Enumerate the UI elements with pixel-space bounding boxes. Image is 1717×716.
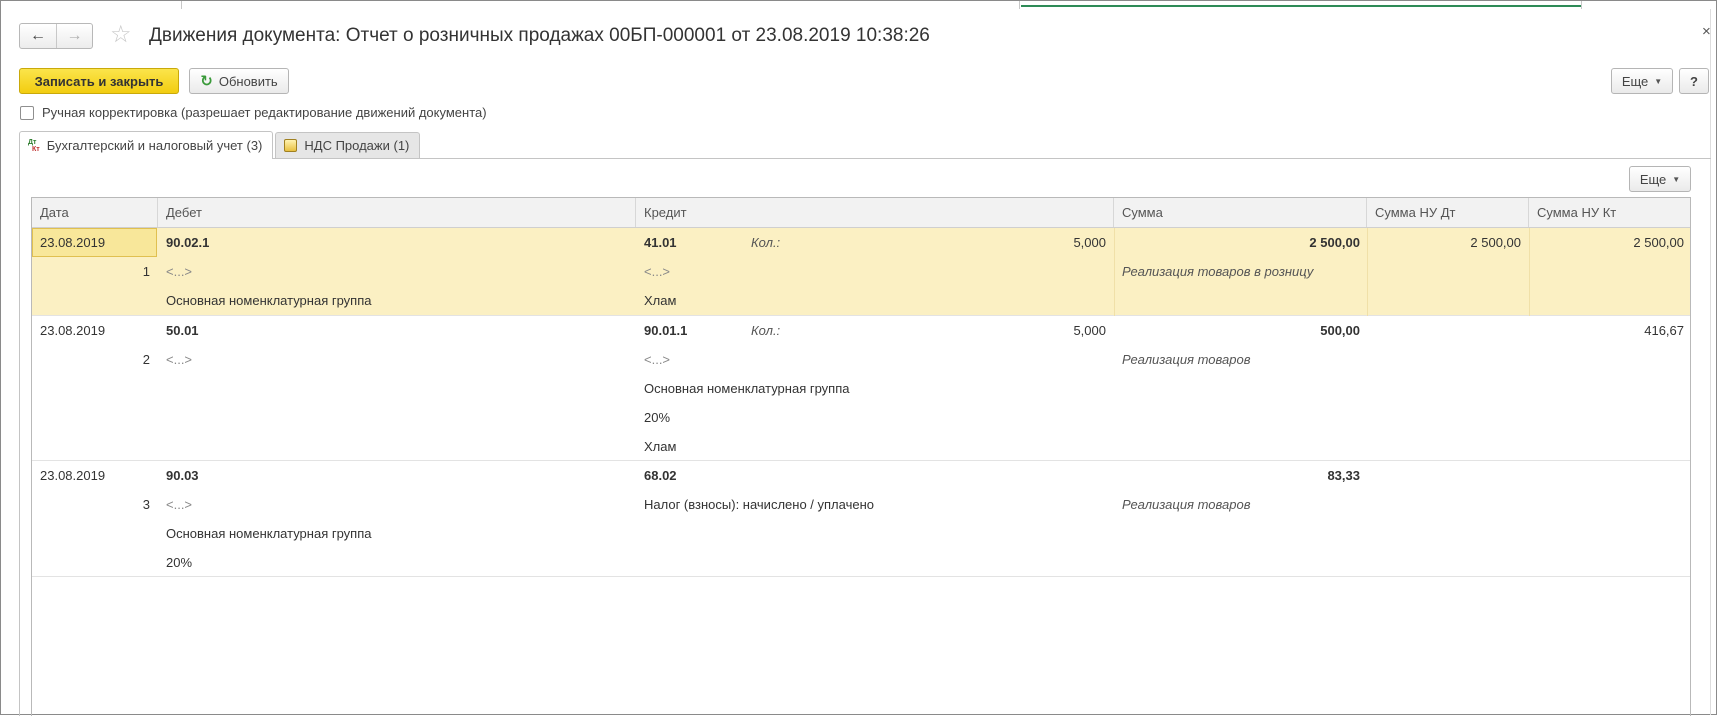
grid-more-button[interactable]: Еще ▼ xyxy=(1629,166,1691,192)
star-icon[interactable]: ☆ xyxy=(110,21,132,49)
debit-account: 50.01 xyxy=(166,323,199,338)
manual-correction-checkbox[interactable] xyxy=(20,105,34,120)
quantity-label: Кол.: xyxy=(751,235,781,250)
debit-subconto: <...> xyxy=(166,497,193,512)
page-title: Движения документа: Отчет о розничных пр… xyxy=(149,25,930,46)
movements-table: Дата Дебет Кредит Сумма Сумма НУ Дт Сумм… xyxy=(31,197,1691,716)
help-button[interactable]: ? xyxy=(1679,68,1709,94)
column-header-credit[interactable]: Кредит xyxy=(636,198,1114,227)
register-icon xyxy=(284,139,298,152)
sum-value: 2 500,00 xyxy=(1309,235,1360,250)
row-number: 2 xyxy=(142,352,150,367)
tab-accounting-label: Бухгалтерский и налоговый учет (3) xyxy=(46,138,263,153)
row-number: 3 xyxy=(142,497,150,512)
table-row[interactable]: 23.08.2019 2 50.01 <...> 90.01.1 Кол.: 5… xyxy=(32,316,1690,461)
credit-account: 68.02 xyxy=(644,468,677,483)
entry-content: Реализация товаров в розницу xyxy=(1122,264,1314,279)
tab-vat-sales[interactable]: НДС Продажи (1) xyxy=(275,132,421,158)
document-movements-window: × ← → ☆ Движения документа: Отчет о розн… xyxy=(0,0,1717,716)
sum-nu-kt: 416,67 xyxy=(1644,323,1684,338)
refresh-icon: ↻ xyxy=(200,73,213,90)
column-header-debit[interactable]: Дебет xyxy=(158,198,636,227)
credit-subconto: Налог (взносы): начислено / уплачено xyxy=(644,497,874,512)
tab-accounting[interactable]: Дт Кт Бухгалтерский и налоговый учет (3) xyxy=(19,131,274,159)
debit-subconto: <...> xyxy=(166,264,193,279)
credit-subconto: Хлам xyxy=(644,293,677,308)
arrow-left-icon[interactable]: ← xyxy=(20,24,56,48)
column-header-sum[interactable]: Сумма xyxy=(1114,198,1367,227)
grid-more-label: Еще xyxy=(1639,171,1667,187)
table-row[interactable]: 23.08.2019 3 90.03 <...> Основная номенк… xyxy=(32,461,1690,577)
quantity-label: Кол.: xyxy=(751,323,781,338)
dt-kt-icon: Дт Кт xyxy=(28,138,40,153)
table-row[interactable]: 23.08.2019 1 90.02.1 <...> Основная номе… xyxy=(32,228,1690,316)
debit-subconto: Основная номенклатурная группа xyxy=(166,293,372,308)
sum-value: 83,33 xyxy=(1327,468,1360,483)
column-header-date[interactable]: Дата xyxy=(32,198,158,227)
more-label: Еще xyxy=(1621,73,1649,89)
credit-subconto: <...> xyxy=(644,264,671,279)
debit-subconto: Основная номенклатурная группа xyxy=(166,526,372,541)
debit-account: 90.03 xyxy=(166,468,199,483)
credit-subconto: 20% xyxy=(644,410,671,425)
refresh-label: Обновить xyxy=(218,73,278,89)
sum-nu-dt: 2 500,00 xyxy=(1470,235,1521,250)
register-tabs: Дт Кт Бухгалтерский и налоговый учет (3) … xyxy=(19,131,421,159)
manual-correction-row: Ручная корректировка (разрешает редактир… xyxy=(20,105,487,120)
debit-account: 90.02.1 xyxy=(166,235,210,250)
table-header: Дата Дебет Кредит Сумма Сумма НУ Дт Сумм… xyxy=(32,198,1690,228)
navigation-buttons: ← → xyxy=(19,23,93,49)
debit-subconto: 20% xyxy=(166,555,193,570)
row-date: 23.08.2019 xyxy=(40,323,106,338)
credit-subconto: Основная номенклатурная группа xyxy=(644,381,850,396)
tab-vat-sales-label: НДС Продажи (1) xyxy=(304,138,410,153)
debit-subconto: <...> xyxy=(166,352,193,367)
sum-value: 500,00 xyxy=(1320,323,1360,338)
chevron-down-icon: ▼ xyxy=(1654,76,1663,86)
entry-content: Реализация товаров xyxy=(1122,352,1251,367)
column-header-sum-nu-kt[interactable]: Сумма НУ Кт xyxy=(1529,198,1690,227)
quantity-value: 5,000 xyxy=(1073,323,1106,338)
refresh-button[interactable]: ↻ Обновить xyxy=(189,68,289,94)
sum-nu-kt: 2 500,00 xyxy=(1633,235,1684,250)
arrow-right-icon[interactable]: → xyxy=(56,24,92,48)
manual-correction-label[interactable]: Ручная корректировка (разрешает редактир… xyxy=(42,105,487,120)
row-date: 23.08.2019 xyxy=(40,235,106,250)
credit-subconto: <...> xyxy=(644,352,671,367)
row-number: 1 xyxy=(142,264,150,279)
column-header-sum-nu-dt[interactable]: Сумма НУ Дт xyxy=(1367,198,1529,227)
credit-account: 41.01 xyxy=(644,235,677,250)
credit-account: 90.01.1 xyxy=(644,323,688,338)
top-panel-strip xyxy=(1,1,1717,9)
credit-subconto: Хлам xyxy=(644,439,677,454)
save-and-close-button[interactable]: Записать и закрыть xyxy=(19,68,179,94)
quantity-value: 5,000 xyxy=(1073,235,1106,250)
more-menu-button[interactable]: Еще ▼ xyxy=(1611,68,1673,94)
row-date: 23.08.2019 xyxy=(40,468,106,483)
chevron-down-icon: ▼ xyxy=(1672,174,1681,184)
entry-content: Реализация товаров xyxy=(1122,497,1251,512)
